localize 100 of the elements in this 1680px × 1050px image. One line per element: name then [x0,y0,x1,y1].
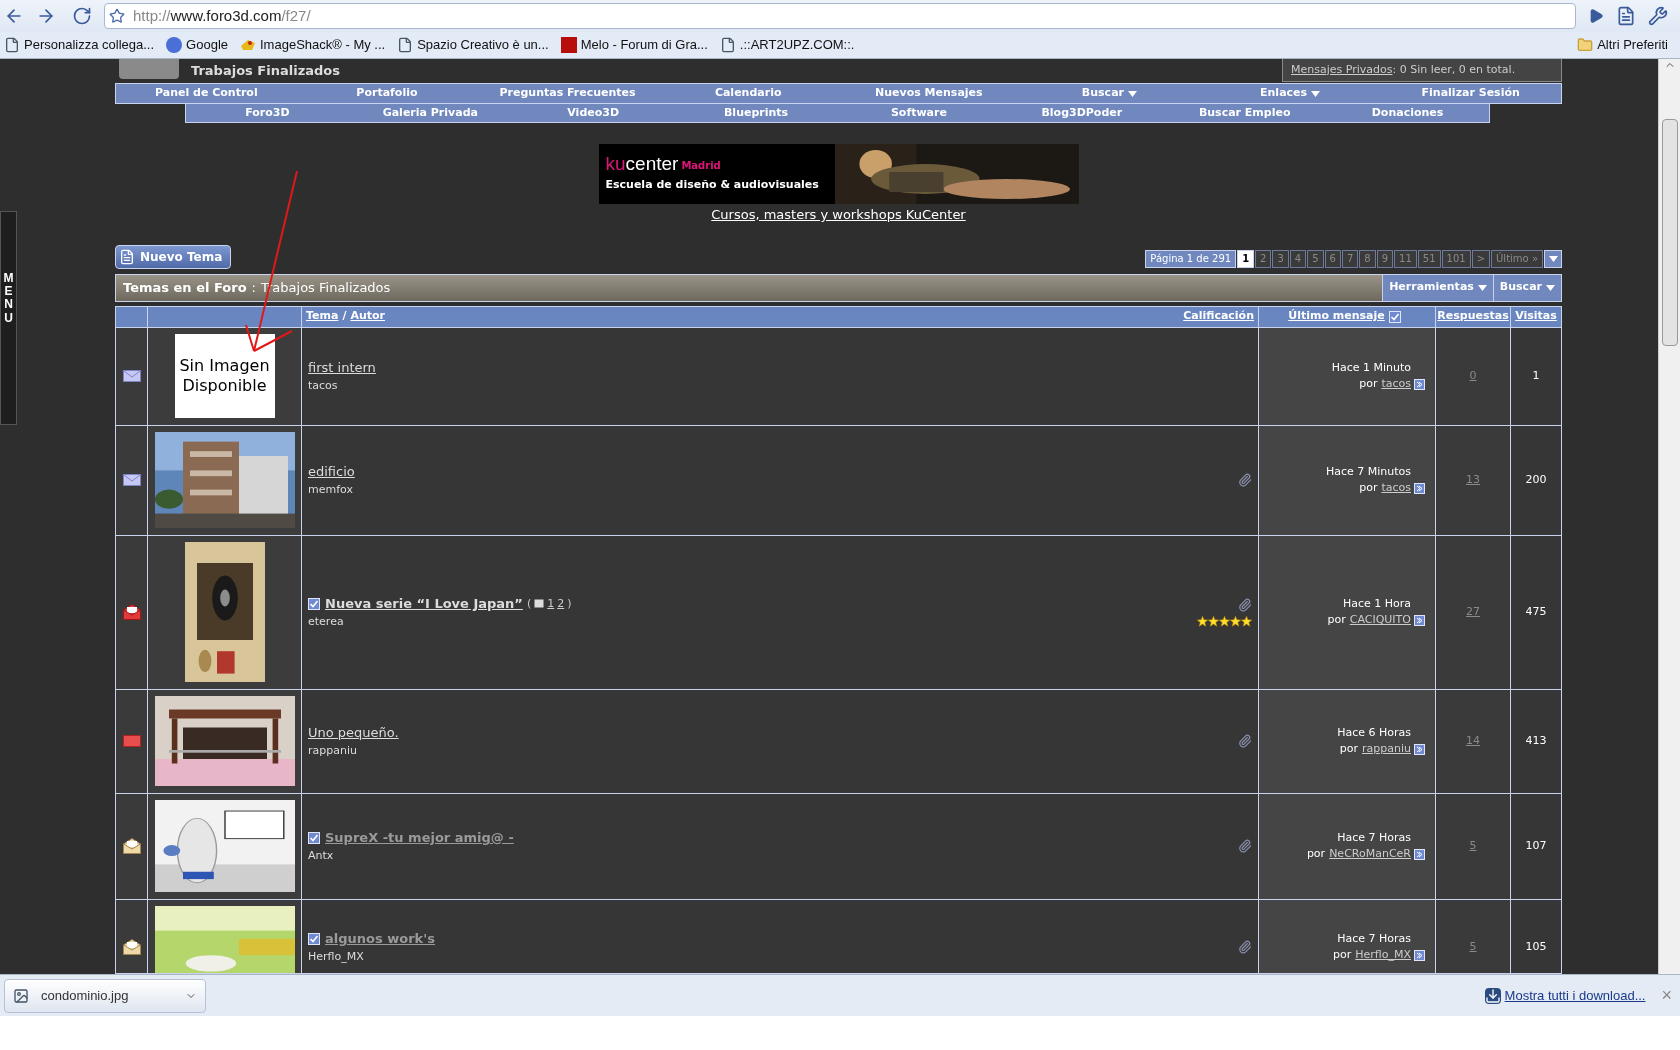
page-link[interactable]: 3 [1272,249,1289,268]
replies-link[interactable]: 27 [1466,603,1480,621]
page-link[interactable]: 1 [1237,249,1255,268]
nav-link[interactable]: Blog3DPoder [1000,104,1164,122]
page-menu-icon[interactable] [1616,6,1636,26]
reload-icon[interactable] [72,6,92,26]
topic-title-link[interactable]: first intern [308,358,376,378]
bookmark[interactable]: Google [166,35,228,55]
topic-title-link[interactable]: algunos work's [325,929,435,949]
replies-link[interactable]: 5 [1469,938,1477,956]
no-image-placeholder[interactable]: Sin Imagen Disponible [174,334,275,418]
bookmark[interactable]: Spazio Creativo è un... [397,35,549,55]
nav-link[interactable]: Panel de Control [116,84,297,103]
banner-city: Madrid [681,159,721,174]
show-all-downloads-link[interactable]: Mostra tutti i download... [1504,985,1646,1006]
page-link[interactable]: Último » [1491,249,1543,268]
scrollbar[interactable] [1658,59,1680,974]
forum-bar-label: Temas en el Foro [123,278,247,297]
last-post-sort-link[interactable]: Último mensaje [1288,308,1385,325]
page-link[interactable]: 2 [1255,249,1272,268]
go-to-last-post-icon[interactable] [1414,743,1425,755]
bookmark[interactable]: Personalizza collega... [4,35,155,55]
banner-ad[interactable]: kucenter Madrid Escuela de diseño & audiovisuales [598,144,1079,204]
last-post-user-link[interactable]: tacos [1381,376,1411,393]
last-post-user-link[interactable]: CACIQUITO [1349,612,1411,629]
nav-link[interactable]: Preguntas Frecuentes [477,84,658,103]
topic-page-link[interactable]: 2 [557,595,565,612]
nav-link[interactable]: Buscar [1019,84,1200,103]
topic-title-link[interactable]: edificio [308,462,355,482]
play-icon[interactable] [1588,8,1604,24]
tools-menu[interactable]: Buscar [1492,274,1561,301]
nav-link[interactable]: Video3D [511,104,675,122]
banner-link[interactable]: Cursos, masters y workshops KuCenter [711,205,966,225]
replies-link[interactable]: 0 [1469,367,1477,385]
author-sort-link[interactable]: Autor [350,308,385,325]
page-link[interactable]: 9 [1376,249,1394,268]
topic-title-link[interactable]: SupreX -tu mejor amig@ - [325,828,514,848]
topic-sort-link[interactable]: Tema [306,308,339,325]
nav-link[interactable]: Donaciones [1326,104,1489,122]
last-post-time: Hace 6 Horas [1337,724,1411,741]
nav-link[interactable]: Foro3D [186,104,349,122]
pages-icon [534,599,545,609]
last-post-user-link[interactable]: tacos [1381,480,1411,497]
go-to-last-post-icon[interactable] [1414,378,1425,390]
page-link[interactable]: 11 [1394,249,1417,268]
page-link[interactable]: 51 [1417,249,1441,268]
last-post-user-link[interactable]: NeCRoManCeR [1329,846,1411,863]
go-to-last-post-icon[interactable] [1414,614,1425,626]
nav-link[interactable]: Software [837,104,1001,122]
replies-sort-link[interactable]: Respuestas [1437,308,1509,325]
topic-author: memfox [308,481,354,498]
close-button[interactable]: × [1661,982,1672,1009]
settings-icon[interactable] [1648,6,1668,26]
views-sort-link[interactable]: Visitas [1515,308,1557,325]
page-link[interactable]: > [1471,249,1491,268]
go-to-last-post-icon[interactable] [1414,848,1425,860]
envelope-icon [122,474,141,486]
nav-link[interactable]: Portafolio [296,84,478,103]
replies-link[interactable]: 5 [1469,837,1477,855]
nav-link[interactable]: Buscar Empleo [1163,104,1327,122]
nav-link[interactable]: Finalizar Sesión [1380,84,1561,103]
bookmark[interactable]: Melo - Forum di Gra... [560,35,708,55]
topic-author: rappaniu [308,742,358,759]
download-file-name: condominio.jpg [41,986,129,1005]
page-link[interactable]: 7 [1341,249,1359,268]
last-post-user-link[interactable]: rappaniu [1362,741,1411,758]
download-item[interactable]: condominio.jpg [4,978,206,1013]
nav-link[interactable]: Calendario [657,84,839,103]
go-to-last-post-icon[interactable] [1414,949,1425,961]
bookmark-star-icon[interactable] [109,8,125,24]
page-menu-button[interactable] [1544,249,1562,268]
nav-link[interactable]: Nuevos Mensajes [838,84,1020,103]
tools-menu[interactable]: Herramientas [1382,274,1493,301]
document-icon [119,248,135,265]
last-post-user-link[interactable]: Herflo_MX [1355,947,1411,964]
g-icon [166,37,183,53]
page-link[interactable]: 6 [1324,249,1341,268]
page-link[interactable]: 101 [1441,249,1471,268]
other-bookmarks[interactable]: Altri Preferiti [1577,35,1676,55]
replies-link[interactable]: 14 [1466,732,1480,750]
topic-title-link[interactable]: Uno pequeño. [308,723,399,743]
views-count: 1 [1532,367,1540,384]
side-menu-tab[interactable]: MENU [0,211,17,425]
topic-page-link[interactable]: 1 [547,595,555,612]
replies-link[interactable]: 13 [1466,471,1480,489]
new-topic-button[interactable]: Nuevo Tema [115,244,232,269]
nav-link[interactable]: Enlaces [1199,84,1381,103]
topic-title-link[interactable]: Nueva serie “I Love Japan” [325,594,523,614]
address-bar[interactable]: http://www.foro3d.com/f27/ [104,3,1576,29]
go-to-last-post-icon[interactable] [1414,482,1425,494]
scrollbar-thumb[interactable] [1661,119,1678,346]
rating-sort-link[interactable]: Calificación [1183,308,1254,325]
bookmark[interactable]: .::ART2UPZ.COM::. [719,35,855,55]
page-link[interactable]: 5 [1307,249,1324,268]
page-link[interactable]: 4 [1289,249,1307,268]
nav-link[interactable]: Blueprints [674,104,838,122]
page-link[interactable]: 8 [1359,249,1376,268]
by-label: por [1339,741,1359,757]
nav-link[interactable]: Galeria Privada [348,104,512,122]
bookmark[interactable]: ImageShack® - My ... [240,35,386,55]
